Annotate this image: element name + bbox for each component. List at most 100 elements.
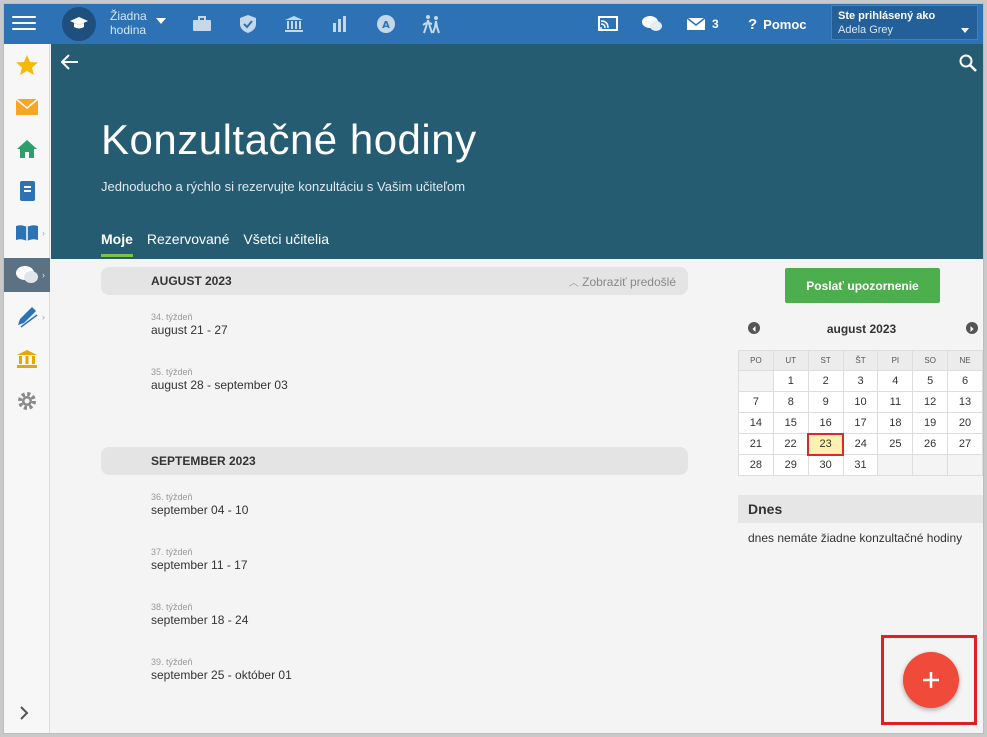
month-header-september: SEPTEMBER 2023 [101, 447, 688, 475]
envelope-icon [686, 17, 706, 30]
calendar-next-button[interactable] [966, 322, 978, 334]
chevron-right-icon: › [42, 270, 45, 280]
list-item[interactable]: 38. týždeň september 18 - 24 [151, 602, 248, 627]
menu-icon[interactable] [12, 12, 36, 36]
grade-icon[interactable]: A [374, 12, 398, 36]
bank-icon[interactable] [282, 12, 306, 36]
svg-text:A: A [382, 20, 390, 31]
calendar-day[interactable]: 6 [947, 370, 983, 392]
calendar-day[interactable]: 20 [947, 412, 983, 434]
show-previous-label: Zobraziť predošlé [582, 275, 676, 289]
calendar-week-row: 123456 [738, 370, 983, 392]
sidebar-item-institution[interactable] [4, 342, 50, 376]
tab-mine[interactable]: Moje [101, 231, 133, 257]
chevron-up-icon: ︿ [568, 278, 579, 289]
calendar-day[interactable]: 23 [807, 432, 845, 456]
calendar-day[interactable]: 31 [842, 454, 879, 476]
calendar-day[interactable]: 4 [877, 370, 914, 392]
week-range: september 04 - 10 [151, 503, 249, 517]
shield-icon[interactable] [236, 12, 260, 36]
calendar-day[interactable]: 21 [738, 433, 774, 455]
sidebar-item-favorites[interactable] [4, 48, 50, 82]
sidebar-item-settings[interactable] [4, 384, 50, 418]
month-label: AUGUST 2023 [151, 274, 232, 288]
page-title: Konzultačné hodiny [101, 116, 477, 163]
top-bar: Žiadna hodina A 3 ? Pomoc Ste prihlásený… [4, 4, 983, 44]
sidebar-item-edit[interactable]: › [4, 300, 50, 334]
chat-bubbles-icon[interactable] [640, 12, 664, 36]
calendar-day[interactable]: 10 [842, 391, 879, 413]
show-previous-link[interactable]: ︿ Zobraziť predošlé [569, 274, 676, 289]
cast-screen-icon[interactable] [596, 12, 620, 36]
calendar-day[interactable]: 5 [912, 370, 949, 392]
calendar-day[interactable]: 9 [807, 391, 844, 413]
calendar-day[interactable]: 8 [772, 391, 809, 413]
user-menu[interactable]: Ste prihlásený ako Adela Grey [831, 5, 978, 40]
week-number: 35. týždeň [151, 367, 193, 377]
week-number: 39. týždeň [151, 657, 193, 667]
page-header: Konzultačné hodiny Jednoducho a rýchlo s… [51, 44, 983, 259]
tab-reserved[interactable]: Rezervované [147, 231, 230, 257]
sidebar-item-notebook[interactable] [4, 174, 50, 208]
list-item[interactable]: 39. týždeň september 25 - október 01 [151, 657, 292, 682]
calendar-day[interactable]: 27 [947, 433, 983, 455]
calendar-day[interactable]: 12 [912, 391, 949, 413]
bar-chart-icon[interactable] [328, 12, 352, 36]
home-icon [17, 140, 37, 158]
calendar-day[interactable]: 19 [912, 412, 949, 434]
calendar-day[interactable]: 17 [842, 412, 879, 434]
calendar-day[interactable]: 13 [947, 391, 983, 413]
sidebar-item-library[interactable]: › [4, 216, 50, 250]
tab-all-teachers[interactable]: Všetci učitelia [243, 231, 329, 257]
help-button[interactable]: ? Pomoc [748, 12, 807, 36]
calendar-empty-cell [947, 454, 983, 476]
gear-icon [18, 392, 36, 410]
today-heading: Dnes [738, 495, 983, 523]
month-header-august: AUGUST 2023 ︿ Zobraziť predošlé [101, 267, 688, 295]
book-icon [16, 225, 38, 241]
calendar-day[interactable]: 25 [877, 433, 914, 455]
list-item[interactable]: 36. týždeň september 04 - 10 [151, 492, 248, 517]
weekday-header: NE [947, 350, 983, 371]
calendar-day[interactable]: 7 [738, 391, 774, 413]
sidebar-item-messages[interactable] [4, 90, 50, 124]
calendar-day[interactable]: 11 [877, 391, 914, 413]
list-item[interactable]: 37. týždeň september 11 - 17 [151, 547, 248, 572]
chevron-down-icon[interactable] [156, 18, 166, 24]
calendar-day[interactable]: 2 [807, 370, 844, 392]
week-number: 37. týždeň [151, 547, 193, 557]
list-item[interactable]: 35. týždeň august 28 - september 03 [151, 367, 288, 392]
sidebar-item-consultations[interactable]: › [4, 258, 50, 292]
pencil-icon [18, 307, 38, 328]
calendar-day[interactable]: 16 [807, 412, 844, 434]
calendar-day[interactable]: 29 [772, 454, 809, 476]
calendar-day[interactable]: 15 [772, 412, 809, 434]
briefcase-icon[interactable] [190, 12, 214, 36]
school-avatar[interactable] [62, 7, 96, 41]
calendar-empty-cell [738, 370, 774, 392]
chevron-down-icon[interactable] [961, 28, 969, 33]
calendar-day[interactable]: 3 [842, 370, 879, 392]
page-subtitle: Jednoducho a rýchlo si rezervujte konzul… [101, 179, 466, 194]
calendar-day[interactable]: 1 [772, 370, 809, 392]
add-button[interactable] [903, 652, 959, 708]
school-selector[interactable]: Žiadna hodina [110, 9, 147, 37]
sidebar-expand-button[interactable] [18, 706, 30, 725]
calendar-day[interactable]: 28 [738, 454, 774, 476]
back-arrow-icon[interactable] [60, 54, 79, 75]
notebook-icon [20, 181, 35, 201]
calendar-day[interactable]: 22 [772, 433, 809, 455]
calendar-day[interactable]: 18 [877, 412, 914, 434]
search-icon[interactable] [959, 54, 977, 77]
send-notification-button[interactable]: Poslať upozornenie [785, 268, 940, 303]
list-item[interactable]: 34. týždeň august 21 - 27 [151, 312, 228, 337]
school-name-line1: Žiadna [110, 9, 147, 23]
calendar-day[interactable]: 30 [807, 454, 844, 476]
messages-button[interactable]: 3 [686, 12, 719, 36]
sidebar-item-home[interactable] [4, 132, 50, 166]
students-walking-icon[interactable] [420, 12, 444, 36]
calendar-day[interactable]: 24 [842, 433, 879, 455]
weekday-header: ŠT [842, 350, 879, 371]
calendar-day[interactable]: 26 [912, 433, 949, 455]
calendar-day[interactable]: 14 [738, 412, 774, 434]
